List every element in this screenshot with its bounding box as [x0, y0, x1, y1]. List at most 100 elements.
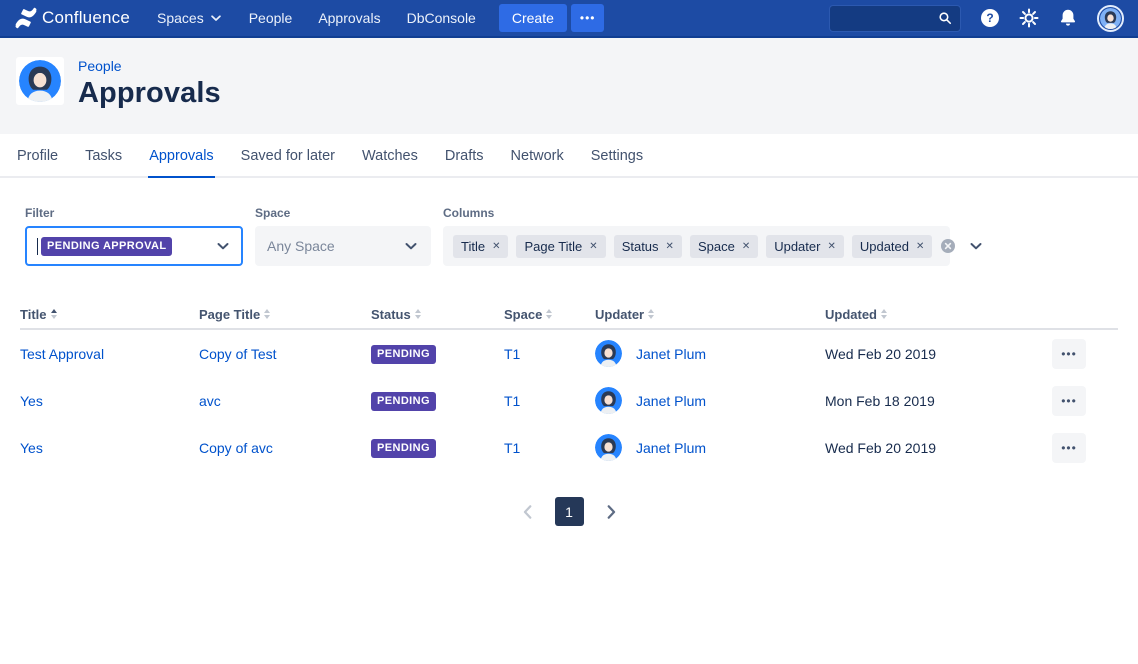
column-chip-label: Space — [698, 239, 735, 254]
column-chip[interactable]: Space ✕ — [690, 235, 758, 258]
tab-item[interactable]: Saved for later — [240, 135, 336, 178]
table-row: Test Approval Copy of Test PENDING T1 Ja… — [20, 330, 1118, 377]
status-badge: PENDING — [371, 345, 436, 364]
column-chip-label: Page Title — [524, 239, 582, 254]
chevron-down-icon — [215, 238, 231, 254]
remove-chip-icon[interactable]: ✕ — [589, 241, 597, 252]
sort-arrows-icon — [546, 309, 552, 319]
column-header[interactable]: Status — [371, 307, 504, 322]
row-actions-button[interactable]: ••• — [1052, 433, 1086, 463]
clear-all-icon[interactable] — [940, 238, 956, 254]
tab-item[interactable]: Tasks — [84, 135, 123, 178]
logo-wordmark: Confluence — [42, 8, 130, 28]
approvals-content: Filter PENDING APPROVAL Space Any Space … — [0, 206, 1138, 526]
next-page-icon[interactable] — [602, 503, 620, 521]
notifications-bell-icon[interactable] — [1058, 8, 1078, 28]
column-header[interactable]: Updater — [595, 307, 825, 322]
status-badge: PENDING — [371, 439, 436, 458]
updated-date: Wed Feb 20 2019 — [825, 346, 1040, 362]
tab-item[interactable]: Approvals — [148, 135, 214, 178]
space-link[interactable]: T1 — [504, 440, 595, 456]
space-label: Space — [255, 206, 431, 220]
space-select[interactable]: Any Space — [255, 226, 431, 266]
remove-chip-icon[interactable]: ✕ — [827, 241, 835, 252]
page-title-link[interactable]: avc — [199, 393, 371, 409]
search-box[interactable] — [829, 5, 961, 32]
help-icon[interactable]: ? — [980, 8, 1000, 28]
row-actions-button[interactable]: ••• — [1052, 339, 1086, 369]
nav-people[interactable]: People — [236, 4, 306, 32]
columns-multiselect[interactable]: Title ✕ Page Title ✕ Status ✕ — [443, 226, 950, 266]
settings-gear-icon[interactable] — [1019, 8, 1039, 28]
user-avatar-icon — [1100, 8, 1121, 29]
table-row: Yes Copy of avc PENDING T1 Janet Plum — [20, 424, 1118, 471]
sort-arrows-icon — [415, 309, 421, 319]
column-chip-label: Updated — [860, 239, 909, 254]
column-header[interactable]: Page Title — [199, 307, 371, 322]
search-input[interactable] — [838, 11, 938, 26]
user-avatar[interactable] — [1097, 5, 1124, 32]
previous-page-icon[interactable] — [519, 503, 537, 521]
chevron-down-icon — [403, 238, 419, 254]
approval-title-link[interactable]: Yes — [20, 393, 199, 409]
table-header-row: Title Page Title Status — [20, 300, 1118, 330]
column-chip[interactable]: Page Title ✕ — [516, 235, 605, 258]
nav-spaces[interactable]: Spaces — [144, 4, 236, 32]
profile-avatar-card — [16, 57, 64, 105]
column-header[interactable]: Updated — [825, 307, 1040, 322]
columns-field: Columns Title ✕ Page Title ✕ — [443, 206, 950, 266]
table-body: Test Approval Copy of Test PENDING T1 Ja… — [20, 330, 1118, 471]
updater-name-link[interactable]: Janet Plum — [636, 346, 706, 362]
filter-select[interactable]: PENDING APPROVAL — [25, 226, 243, 266]
column-chip[interactable]: Title ✕ — [453, 235, 508, 258]
sort-arrows-icon — [264, 309, 270, 319]
profile-tabs: Profile Tasks Approvals Saved for later … — [0, 135, 1138, 178]
columns-select-controls — [940, 238, 984, 254]
remove-chip-icon[interactable]: ✕ — [492, 241, 500, 252]
updater-name-link[interactable]: Janet Plum — [636, 440, 706, 456]
column-header[interactable]: Title — [20, 307, 199, 322]
space-link[interactable]: T1 — [504, 346, 595, 362]
page-header: People Approvals — [0, 38, 1138, 134]
pagination: 1 — [20, 497, 1118, 526]
create-button[interactable]: Create — [499, 4, 567, 32]
approval-title-link[interactable]: Yes — [20, 440, 199, 456]
updater-cell: Janet Plum — [595, 387, 825, 414]
navbar-right-group: ? — [829, 5, 1124, 32]
chevron-down-icon — [968, 238, 984, 254]
tab-item[interactable]: Profile — [16, 135, 59, 178]
column-chip[interactable]: Updater ✕ — [766, 235, 844, 258]
chevron-down-icon — [209, 11, 223, 25]
page-title-link[interactable]: Copy of Test — [199, 346, 371, 362]
svg-text:?: ? — [986, 11, 993, 25]
columns-label: Columns — [443, 206, 950, 220]
more-actions-button[interactable]: ••• — [571, 4, 605, 32]
updater-cell: Janet Plum — [595, 340, 825, 367]
tab-item[interactable]: Drafts — [444, 135, 485, 178]
row-actions-button[interactable]: ••• — [1052, 386, 1086, 416]
tab-item[interactable]: Watches — [361, 135, 419, 178]
tab-item[interactable]: Network — [510, 135, 565, 178]
confluence-logo[interactable]: Confluence — [14, 6, 130, 30]
approvals-table: Title Page Title Status — [20, 300, 1118, 471]
search-icon — [938, 11, 952, 25]
column-chip[interactable]: Status ✕ — [614, 235, 682, 258]
nav-approvals[interactable]: Approvals — [305, 4, 393, 32]
nav-dbconsole[interactable]: DbConsole — [394, 4, 489, 32]
space-link[interactable]: T1 — [504, 393, 595, 409]
sort-arrows-icon — [648, 309, 654, 319]
confluence-logo-icon — [14, 6, 38, 30]
remove-chip-icon[interactable]: ✕ — [742, 241, 750, 252]
updater-name-link[interactable]: Janet Plum — [636, 393, 706, 409]
space-placeholder: Any Space — [267, 238, 335, 254]
breadcrumb-people-link[interactable]: People — [78, 58, 122, 74]
column-chip[interactable]: Updated ✕ — [852, 235, 933, 258]
tab-item[interactable]: Settings — [590, 135, 644, 178]
page-title-link[interactable]: Copy of avc — [199, 440, 371, 456]
approval-title-link[interactable]: Test Approval — [20, 346, 199, 362]
column-header[interactable]: Space — [504, 307, 595, 322]
current-page-button[interactable]: 1 — [555, 497, 584, 526]
filter-field: Filter PENDING APPROVAL — [25, 206, 243, 266]
remove-chip-icon[interactable]: ✕ — [666, 241, 674, 252]
remove-chip-icon[interactable]: ✕ — [916, 241, 924, 252]
